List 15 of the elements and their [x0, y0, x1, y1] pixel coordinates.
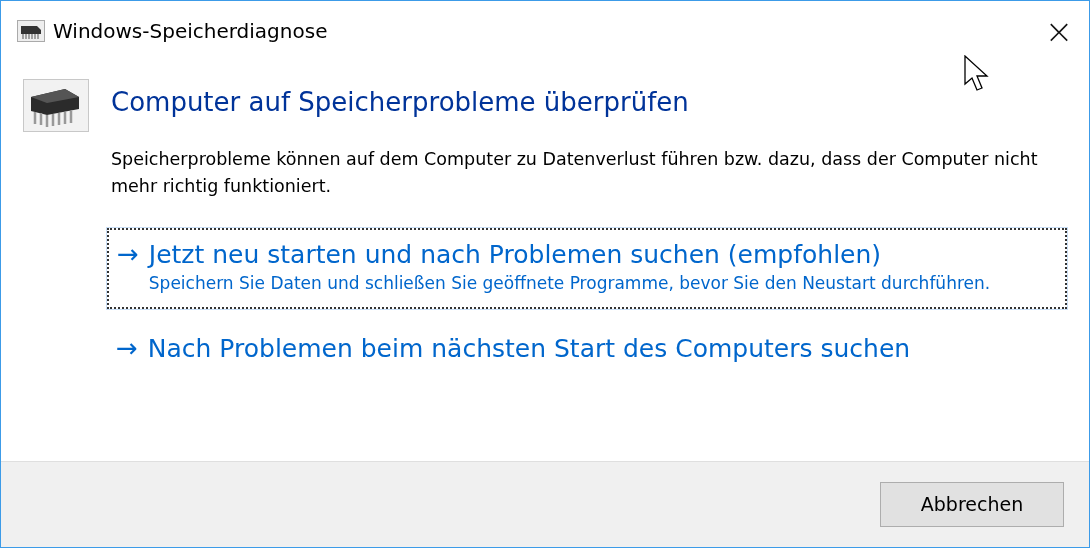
option-label: Jetzt neu starten und nach Problemen suchen (empfohlen): [148, 240, 883, 271]
close-button[interactable]: ×: [1029, 1, 1089, 61]
description: Speicherprobleme können auf dem Computer zu Datenverlust führen bzw. dazu, dass der Computer nicht mehr richtig funktioniert.: [111, 148, 1039, 199]
mouse-pointer-icon: [964, 55, 990, 93]
cancel-button[interactable]: Abbrechen: [880, 482, 1064, 527]
arrow-icon: →: [117, 240, 139, 297]
memory-chip-icon: [23, 79, 89, 132]
window-title: Windows-Speicherdiagnose: [53, 18, 328, 45]
heading: Computer auf Speicherprobleme überprüfen: [111, 86, 690, 119]
memory-chip-icon: [17, 20, 45, 42]
arrow-icon: →: [116, 333, 138, 364]
option-link[interactable]: → Jetzt neu starten und nach Problemen suchen (empfohlen) Speichern Sie Daten und schließen Sie geöffnete Programme, bevor Sie den Neustart durchführen.: [107, 228, 1067, 309]
option-link[interactable]: → Nach Problemen beim nächsten Start des Computers suchen: [107, 322, 1067, 375]
option-note: Speichern Sie Daten und schließen Sie geöffnete Programme, bevor Sie den Neustart durchführen.: [148, 272, 991, 296]
option-label: Nach Problemen beim nächsten Start des Computers suchen: [147, 333, 911, 364]
